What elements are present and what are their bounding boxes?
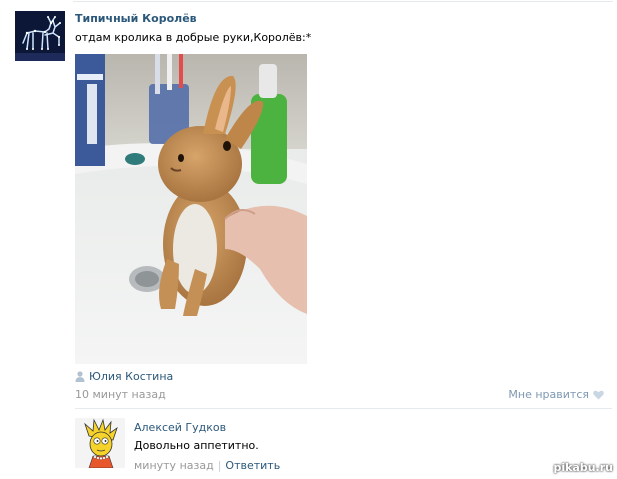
comment-author-link[interactable]: Алексей Гудков	[134, 421, 226, 434]
comment-meta: минуту назад | Ответить	[134, 459, 280, 472]
rabbit-in-sink-image	[75, 54, 307, 364]
comment-text: Довольно аппетитно.	[134, 439, 259, 452]
photo-owner-name: Юлия Костина	[89, 370, 174, 383]
heart-icon	[593, 390, 604, 399]
like-label: Мне нравится	[508, 388, 589, 401]
reply-link[interactable]: Ответить	[225, 459, 280, 472]
post-photo[interactable]	[75, 54, 307, 364]
watermark: pikabu.ru	[553, 461, 613, 474]
person-icon	[75, 371, 85, 382]
meta-separator: |	[217, 459, 222, 472]
comment-timestamp[interactable]: минуту назад	[134, 459, 214, 472]
lisa-simpson-avatar-image	[75, 418, 125, 468]
top-divider	[73, 1, 613, 2]
post-author-link[interactable]: Типичный Королёв	[75, 12, 197, 25]
commenter-avatar[interactable]	[75, 418, 125, 468]
photo-owner-link[interactable]: Юлия Костина	[75, 370, 173, 383]
comment-divider	[75, 408, 612, 409]
like-button[interactable]: Мне нравится	[508, 388, 604, 401]
author-avatar[interactable]	[15, 11, 65, 61]
post-text: отдам кролика в добрые руки,Королёв:*	[75, 31, 312, 44]
post-timestamp[interactable]: 10 минут назад	[75, 388, 166, 401]
deer-lights-image	[15, 11, 65, 61]
